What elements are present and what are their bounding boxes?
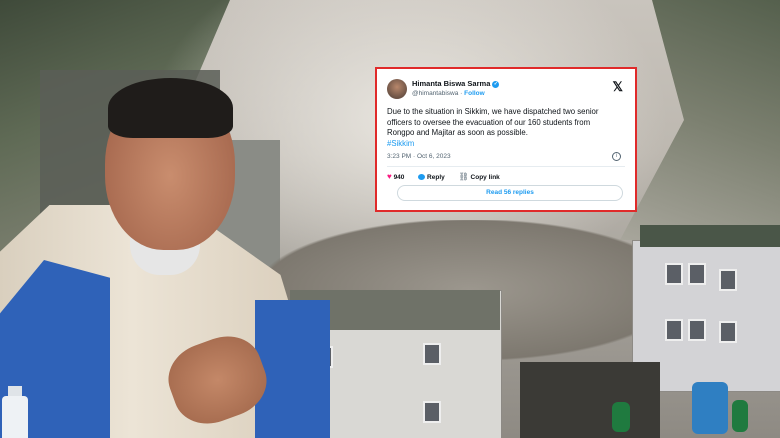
like-button[interactable]: ♥ 940	[387, 172, 404, 181]
like-count: 940	[393, 174, 405, 181]
author-handle[interactable]: @himantabiswa	[412, 90, 458, 97]
divider	[387, 166, 625, 167]
heart-icon: ♥	[387, 172, 392, 181]
copy-link-label: Copy link	[470, 174, 500, 181]
tweet-actions: ♥ 940 Reply ⛓ Copy link	[387, 172, 512, 181]
author-name[interactable]: Himanta Biswa Sarma	[412, 79, 490, 88]
background-photo	[0, 0, 780, 438]
author-handle-row: @himantabiswa · Follow	[412, 90, 485, 97]
person-hair	[108, 78, 233, 138]
author-avatar[interactable]	[387, 79, 407, 99]
reply-bubble-icon	[418, 174, 426, 181]
copy-link-button[interactable]: ⛓ Copy link	[459, 172, 500, 181]
water-tank-green	[612, 402, 630, 432]
water-tank-green-2	[732, 400, 748, 432]
tweet-timestamp[interactable]: 3:23 PM · Oct 6, 2023	[387, 153, 451, 160]
author-name-row: Himanta Biswa Sarma ✓	[412, 79, 500, 88]
x-logo-icon[interactable]: 𝕏	[613, 79, 623, 95]
reply-button[interactable]: Reply	[418, 174, 445, 181]
sanitizer-bottle	[2, 396, 28, 438]
follow-button[interactable]: Follow	[464, 90, 485, 97]
water-tank-blue	[692, 382, 728, 434]
read-replies-button[interactable]: Read 56 replies	[397, 185, 623, 201]
tweet-card: Himanta Biswa Sarma ✓ @himantabiswa · Fol…	[387, 77, 625, 204]
info-icon[interactable]: i	[612, 152, 621, 161]
rooftop-right	[640, 225, 780, 247]
tweet-text: Due to the situation in Sikkim, we have …	[387, 107, 599, 137]
verified-badge-icon: ✓	[492, 80, 500, 88]
link-icon: ⛓	[458, 172, 469, 181]
hashtag-link[interactable]: #Sikkim	[387, 139, 619, 150]
tweet-body: Due to the situation in Sikkim, we have …	[387, 107, 619, 149]
person-shirt-right	[255, 300, 330, 438]
reply-label: Reply	[427, 174, 445, 181]
tweet-screenshot: Himanta Biswa Sarma ✓ @himantabiswa · Fol…	[375, 67, 637, 212]
tin-shed	[520, 362, 660, 438]
